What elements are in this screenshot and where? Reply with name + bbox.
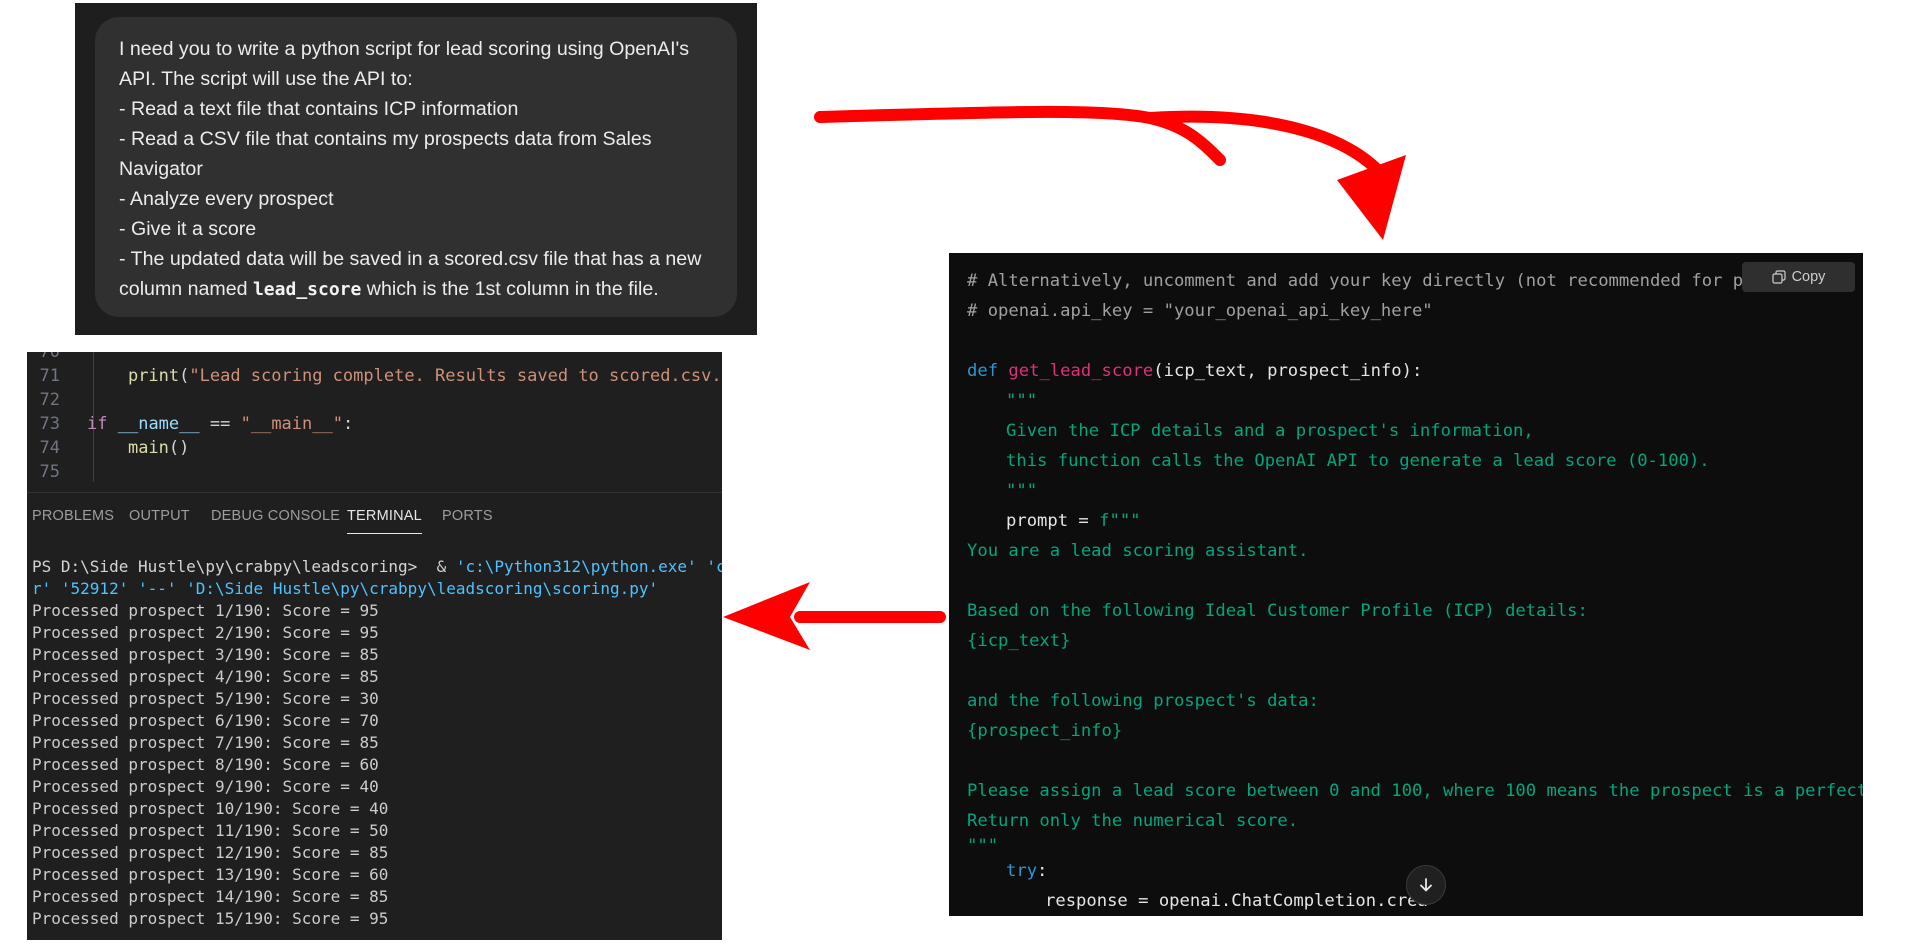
- red-left-arrow-icon: [723, 582, 946, 650]
